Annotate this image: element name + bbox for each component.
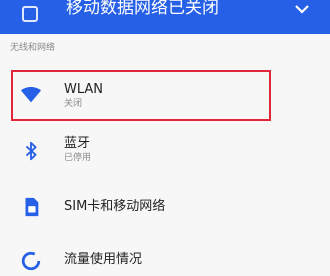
settings-item-title: 流量使用情况 (64, 252, 143, 267)
settings-item-bluetooth[interactable]: 蓝牙 已停用 (0, 128, 330, 174)
section-header: 无线和网络 (10, 43, 56, 53)
settings-item-data-usage[interactable]: 流量使用情况 (0, 240, 330, 276)
settings-item-subtitle: 已停用 (64, 153, 92, 163)
banner-text: 移动数据网络已关闭 (66, 0, 219, 18)
chevron-down-icon[interactable] (292, 0, 312, 20)
bluetooth-icon (25, 141, 37, 161)
settings-item-sim[interactable]: SIM卡和移动网络 (0, 184, 330, 230)
mobile-data-off-icon (22, 6, 38, 22)
highlight-box (11, 70, 271, 121)
data-usage-icon (21, 251, 41, 271)
settings-item-title: 蓝牙 (64, 136, 91, 151)
sim-card-icon (25, 197, 39, 217)
mobile-data-banner[interactable]: 移动数据网络已关闭 (0, 0, 330, 34)
settings-item-title: SIM卡和移动网络 (64, 199, 166, 214)
